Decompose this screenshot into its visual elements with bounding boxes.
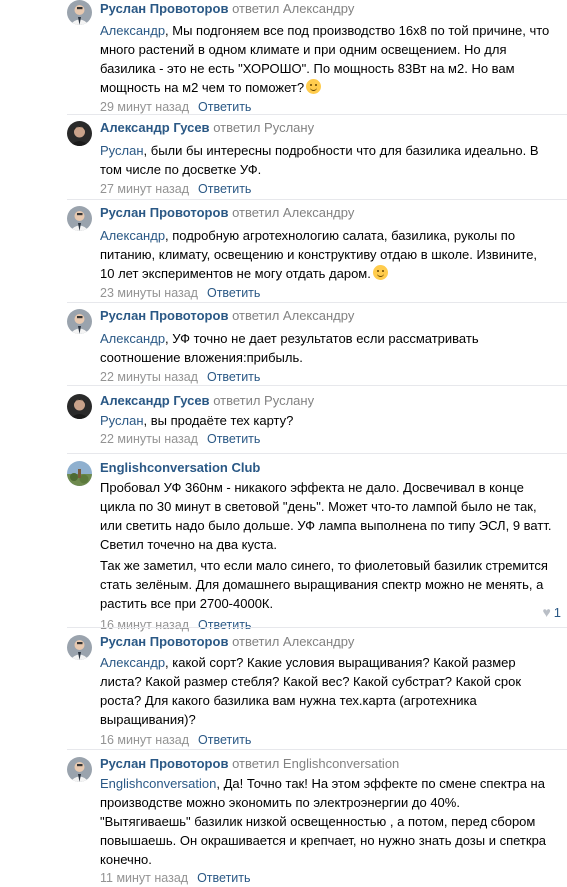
comment-time[interactable]: 16 минут назад <box>100 618 189 632</box>
avatar[interactable] <box>67 394 92 419</box>
mention-link[interactable]: Александр <box>100 655 165 670</box>
reply-button[interactable]: Ответить <box>197 871 250 885</box>
comment-time[interactable]: 11 минут назад <box>100 871 188 885</box>
like-count: 1 <box>553 605 561 620</box>
mention-link[interactable]: Englishconversation <box>100 776 216 791</box>
divider <box>67 114 567 115</box>
replied-to[interactable]: ответил Александру <box>232 205 354 220</box>
avatar[interactable] <box>67 461 92 486</box>
reply-button[interactable]: Ответить <box>198 618 251 632</box>
replied-to[interactable]: ответил Руслану <box>213 393 314 408</box>
comment-time[interactable]: 22 минуты назад <box>100 432 198 446</box>
mention-link[interactable]: Руслан <box>100 413 144 428</box>
comment-author[interactable]: Руслан Провоторов <box>100 308 228 323</box>
heart-icon: ♥ <box>542 604 551 620</box>
mention-link[interactable]: Руслан <box>100 143 144 158</box>
replied-to[interactable]: ответил Руслану <box>213 120 314 135</box>
avatar[interactable] <box>67 757 92 782</box>
comment-author[interactable]: Englishconversation Club <box>100 460 260 475</box>
comment-author[interactable]: Александр Гусев <box>100 120 210 135</box>
replied-to[interactable]: ответил Александру <box>232 308 354 323</box>
comment-author[interactable]: Руслан Провоторов <box>100 756 228 771</box>
divider <box>67 453 567 454</box>
reply-button[interactable]: Ответить <box>198 733 251 747</box>
comment-time[interactable]: 23 минуты назад <box>100 286 198 300</box>
avatar[interactable] <box>67 121 92 146</box>
mention-link[interactable]: Александр <box>100 331 165 346</box>
reply-button[interactable]: Ответить <box>207 370 260 384</box>
comment-time[interactable]: 29 минут назад <box>100 100 189 114</box>
comment-author[interactable]: Руслан Провоторов <box>100 1 228 16</box>
comment-text: Александр, УФ точно не дает результатов … <box>100 331 479 365</box>
avatar[interactable] <box>67 635 92 660</box>
comment-author[interactable]: Александр Гусев <box>100 393 210 408</box>
pensive-emoji-icon <box>372 265 388 280</box>
divider <box>67 627 567 628</box>
divider <box>67 385 567 386</box>
replied-to[interactable]: ответил Александру <box>232 1 354 16</box>
divider <box>67 302 567 303</box>
comment-author[interactable]: Руслан Провоторов <box>100 634 228 649</box>
mention-link[interactable]: Александр <box>100 23 165 38</box>
comment-time[interactable]: 22 минуты назад <box>100 370 198 384</box>
avatar[interactable] <box>67 206 92 231</box>
comment-text: Руслан, были бы интересны подробности чт… <box>100 143 539 177</box>
like-button[interactable]: ♥ 1 <box>542 604 561 620</box>
comment-text: Александр, Мы подгоняем все под производ… <box>100 23 550 95</box>
comment-text: Пробовал УФ 360нм - никакого эффекта не … <box>100 480 552 611</box>
avatar[interactable] <box>67 309 92 334</box>
replied-to[interactable]: ответил Александру <box>232 634 354 649</box>
reply-button[interactable]: Ответить <box>207 432 260 446</box>
reply-button[interactable]: Ответить <box>207 286 260 300</box>
mention-link[interactable]: Александр <box>100 228 165 243</box>
comment-text: Englishconversation, Да! Точно так! На э… <box>100 776 547 867</box>
smile-emoji-icon <box>306 79 322 94</box>
avatar[interactable] <box>67 0 92 25</box>
divider <box>67 749 567 750</box>
reply-button[interactable]: Ответить <box>198 182 251 196</box>
comment-text: Александр, подробную агротехнологию сала… <box>100 228 538 281</box>
comment-author[interactable]: Руслан Провоторов <box>100 205 228 220</box>
comment-text: Руслан, вы продаёте тех карту? <box>100 413 294 428</box>
reply-button[interactable]: Ответить <box>198 100 251 114</box>
replied-to[interactable]: ответил Englishconversation <box>232 756 399 771</box>
divider <box>67 199 567 200</box>
comment-time[interactable]: 27 минут назад <box>100 182 189 196</box>
comment-time[interactable]: 16 минут назад <box>100 733 189 747</box>
comment-text: Александр, какой сорт? Какие условия выр… <box>100 655 522 727</box>
